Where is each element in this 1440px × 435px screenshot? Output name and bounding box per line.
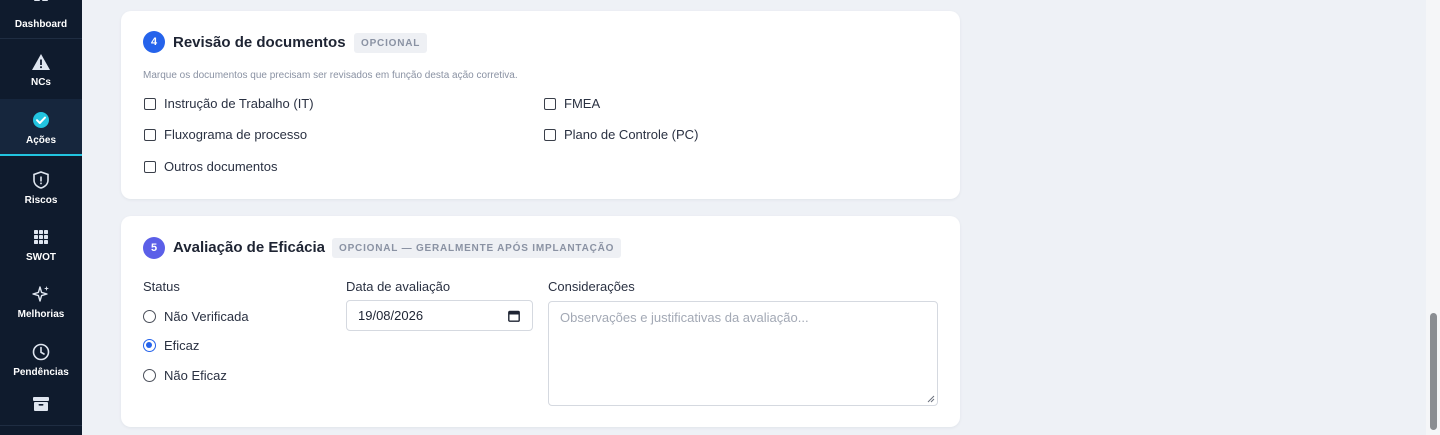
sidebar-item-ncs[interactable]: NCs bbox=[0, 39, 82, 96]
radio-effective[interactable]: Eficaz bbox=[143, 338, 199, 353]
checkbox-label: Instrução de Trabalho (IT) bbox=[164, 96, 314, 111]
checkbox-work-instruction[interactable]: Instrução de Trabalho (IT) bbox=[144, 96, 314, 111]
effectiveness-evaluation-card: 5 Avaliação de Eficácia OPCIONAL — GERAL… bbox=[121, 216, 960, 427]
grid-icon bbox=[34, 230, 48, 244]
sidebar-item-label: NCs bbox=[30, 77, 51, 88]
textarea-placeholder: Observações e justificativas da avaliaçã… bbox=[560, 310, 809, 325]
calendar-icon[interactable] bbox=[508, 310, 520, 322]
radio-not-effective[interactable]: Não Eficaz bbox=[143, 368, 227, 383]
section-title: Revisão de documentos bbox=[173, 34, 346, 51]
evaluation-date-input[interactable]: 19/08/2026 bbox=[346, 300, 533, 331]
checkbox-other-documents[interactable]: Outros documentos bbox=[144, 159, 277, 174]
radio-label: Eficaz bbox=[164, 338, 200, 353]
checkbox-box[interactable] bbox=[144, 160, 156, 173]
optional-badge: OPCIONAL — GERALMENTE APÓS IMPLANTAÇÃO bbox=[332, 238, 622, 258]
sparkles-icon bbox=[32, 286, 49, 302]
sidebar-item-riscos[interactable]: Riscos bbox=[0, 157, 82, 214]
step-number-badge: 4 bbox=[143, 31, 165, 53]
checkbox-label: Outros documentos bbox=[164, 159, 278, 174]
scrollbar-thumb[interactable] bbox=[1430, 313, 1437, 430]
radio-not-verified[interactable]: Não Verificada bbox=[143, 309, 249, 324]
step-number-badge: 5 bbox=[143, 237, 165, 259]
radio-circle[interactable] bbox=[143, 369, 156, 382]
checkbox-label: Fluxograma de processo bbox=[164, 127, 308, 142]
sidebar-item-melhorias[interactable]: Melhorias bbox=[0, 271, 82, 328]
sidebar-item-label: Pendências bbox=[13, 367, 69, 378]
checkbox-box[interactable] bbox=[544, 128, 556, 141]
dashboard-icon bbox=[34, 0, 48, 1]
section-title: Avaliação de Eficácia bbox=[173, 239, 326, 256]
section-hint: Marque os documentos que precisam ser re… bbox=[143, 70, 518, 81]
sidebar-item-label: Melhorias bbox=[17, 309, 65, 320]
checkbox-label: FMEA bbox=[564, 96, 601, 111]
warning-icon bbox=[32, 54, 50, 70]
radio-label: Não Verificada bbox=[164, 309, 249, 324]
checkbox-label: Plano de Controle (PC) bbox=[564, 127, 699, 142]
optional-badge: OPCIONAL bbox=[354, 33, 428, 53]
checkbox-fmea[interactable]: FMEA bbox=[544, 96, 600, 111]
sidebar-item-label: Dashboard bbox=[14, 19, 68, 30]
resize-handle-icon[interactable] bbox=[927, 395, 935, 403]
sidebar-item-label: SWOT bbox=[26, 252, 56, 263]
radio-circle[interactable] bbox=[143, 339, 156, 352]
date-value: 19/08/2026 bbox=[358, 308, 424, 323]
shield-alert-icon bbox=[33, 171, 49, 189]
divider bbox=[0, 425, 82, 426]
checkbox-process-flowchart[interactable]: Fluxograma de processo bbox=[144, 127, 307, 142]
sidebar-item-dashboard[interactable]: Dashboard bbox=[0, 0, 82, 38]
checkbox-box[interactable] bbox=[544, 97, 556, 110]
document-review-card: 4 Revisão de documentos OPCIONAL Marque … bbox=[121, 11, 960, 199]
sidebar-item-swot[interactable]: SWOT bbox=[0, 214, 82, 271]
sidebar-item-pendencias[interactable]: Pendências bbox=[0, 329, 82, 386]
radio-circle[interactable] bbox=[143, 310, 156, 323]
checkbox-control-plan[interactable]: Plano de Controle (PC) bbox=[544, 127, 698, 142]
sidebar-item-archive[interactable] bbox=[0, 394, 82, 428]
checkbox-box[interactable] bbox=[144, 97, 156, 110]
archive-icon bbox=[33, 397, 49, 411]
considerations-textarea[interactable]: Observações e justificativas da avaliaçã… bbox=[548, 301, 938, 406]
radio-label: Não Eficaz bbox=[164, 368, 227, 383]
evaluation-date-label: Data de avaliação bbox=[346, 279, 451, 294]
checkbox-box[interactable] bbox=[144, 128, 156, 141]
sidebar: Dashboard NCs Ações Riscos SWOT Melhoria… bbox=[0, 0, 82, 435]
sidebar-item-acoes[interactable]: Ações bbox=[0, 99, 82, 156]
sidebar-item-label: Riscos bbox=[24, 195, 58, 206]
considerations-label: Considerações bbox=[548, 279, 635, 294]
clock-icon bbox=[32, 343, 50, 361]
status-label: Status bbox=[143, 279, 180, 294]
sidebar-item-label: Ações bbox=[25, 135, 56, 146]
check-circle-icon bbox=[33, 112, 49, 128]
